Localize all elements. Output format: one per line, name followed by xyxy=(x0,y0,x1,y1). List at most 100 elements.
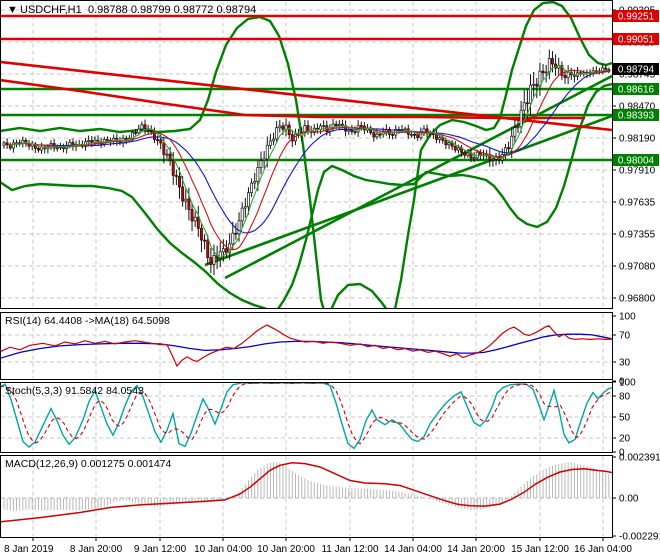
candle-body-bull xyxy=(12,143,14,148)
candle-body-bear xyxy=(605,68,607,69)
candle-body-bear xyxy=(172,161,174,176)
candle-body-bear xyxy=(417,135,419,138)
candle-body-bear xyxy=(156,140,158,141)
candle-body-bull xyxy=(517,127,519,128)
candle-body-bear xyxy=(150,130,152,131)
time-axis-label: 14 Jan 20:00 xyxy=(447,544,505,555)
price-scale-label: 0.98190 xyxy=(619,134,656,145)
indicator-scale-label: 80 xyxy=(619,392,631,403)
candle-body-bear xyxy=(153,131,155,139)
candle-body-bear xyxy=(144,125,146,129)
bollinger-band-curve xyxy=(0,182,272,312)
candle-body-bear xyxy=(507,148,509,149)
time-axis-label: 9 Jan 12:00 xyxy=(134,544,187,555)
macd-indicator-label: MACD(12,26,9) 0.001275 0.001474 xyxy=(5,458,172,470)
candle-body-bear xyxy=(335,124,337,125)
candle-body-bull xyxy=(185,199,187,201)
time-axis-label: 11 Jan 12:00 xyxy=(321,544,379,555)
candle-body-bear xyxy=(175,175,177,176)
candle-body-bear xyxy=(37,148,39,150)
candle-body-bull xyxy=(241,208,243,221)
candle-body-bear xyxy=(203,240,205,241)
candle-body-bear xyxy=(307,126,309,132)
indicator-scale-label: 0.002391 xyxy=(619,453,660,464)
candle-body-bear xyxy=(379,134,381,135)
chart-title-symbol: USDCHF,H1 xyxy=(20,4,82,16)
candle-body-bear xyxy=(282,126,284,129)
main-panel-plot xyxy=(0,2,612,314)
candle-body-bear xyxy=(392,134,394,135)
candle-body-bull xyxy=(567,72,569,77)
rsi-indicator-label: RSI(14) 64.4408 ->MA(18) 64.5098 xyxy=(5,315,170,327)
candle-body-bull xyxy=(254,181,256,183)
symbol-dropdown-icon[interactable]: ▼ xyxy=(7,4,18,16)
candle-body-bull xyxy=(138,129,140,133)
bollinger-band-curve xyxy=(329,284,390,314)
candle-body-bear xyxy=(106,140,108,141)
candle-body-bull xyxy=(194,217,196,221)
chart-canvas[interactable]: 0.993050.990250.987450.984700.981900.979… xyxy=(0,0,660,560)
candle-body-bull xyxy=(504,148,506,155)
time-axis-label: 10 Jan 20:00 xyxy=(257,544,315,555)
candle-body-bull xyxy=(457,148,459,150)
candle-body-bear xyxy=(191,209,193,221)
candle-body-bear xyxy=(551,58,553,64)
time-axis-label: 16 Jan 04:00 xyxy=(574,544,632,555)
candle-body-bear xyxy=(160,140,162,143)
main-panel-border xyxy=(1,1,613,309)
candle-body-bull xyxy=(257,167,259,181)
candle-body-bull xyxy=(514,128,516,137)
candle-body-bear xyxy=(188,199,190,209)
price-badge-label: 0.98794 xyxy=(618,65,655,76)
candle-body-bull xyxy=(448,143,450,145)
rsi-line xyxy=(0,325,612,366)
price-scale-label: 0.97080 xyxy=(619,262,656,273)
candle-body-bear xyxy=(373,133,375,137)
candle-body-bull xyxy=(410,134,412,135)
candle-body-bull xyxy=(473,158,475,159)
candle-body-bull xyxy=(232,233,234,244)
candle-body-bull xyxy=(88,140,90,141)
candle-body-bull xyxy=(439,138,441,140)
indicator-scale-label: 70 xyxy=(619,331,631,342)
candle-body-bear xyxy=(536,84,538,86)
candle-body-bull xyxy=(276,128,278,139)
time-axis-label: 10 Jan 04:00 xyxy=(194,544,252,555)
candle-body-bear xyxy=(135,133,137,134)
candle-body-bear xyxy=(354,132,356,133)
candle-body-bull xyxy=(492,159,494,160)
candle-body-bear xyxy=(360,125,362,126)
indicator-scale-label: 50 xyxy=(619,413,631,424)
candle-body-bull xyxy=(244,207,246,208)
candle-body-bear xyxy=(125,138,127,140)
stoch-indicator-label: Stoch(5,3,3) 91.5842 84.0543 xyxy=(5,385,144,397)
candle-body-bull xyxy=(22,140,24,143)
indicator-scale-label: 100 xyxy=(619,312,636,323)
candle-body-bull xyxy=(545,72,547,73)
candle-body-bull xyxy=(3,143,5,145)
candle-body-bull xyxy=(272,139,274,141)
candle-body-bull xyxy=(376,134,378,137)
rsi-ma-line xyxy=(0,334,612,358)
indicator-scale-label: 30 xyxy=(619,358,631,369)
candle-body-bear xyxy=(413,134,415,135)
candle-body-bull xyxy=(467,153,469,155)
candle-body-bear xyxy=(169,154,171,161)
candle-body-bull xyxy=(404,129,406,130)
candle-body-bear xyxy=(182,187,184,201)
candle-body-bear xyxy=(210,258,212,265)
candle-body-bear xyxy=(454,146,456,150)
candle-body-bull xyxy=(166,154,168,155)
candle-body-bear xyxy=(197,217,199,228)
candle-body-bull xyxy=(269,141,271,145)
price-scale-label: 0.97355 xyxy=(619,230,656,241)
candle-body-bull xyxy=(247,193,249,207)
chart-title-ohlc: 0.98788 0.98799 0.98772 0.98794 xyxy=(88,4,256,16)
candle-body-bear xyxy=(526,103,528,104)
time-axis-label: 8 Jan 2019 xyxy=(4,544,54,555)
candle-body-bull xyxy=(213,255,215,264)
indicator-scale-label: 0.00 xyxy=(619,494,639,505)
candle-body-bull xyxy=(141,125,143,129)
candle-body-bull xyxy=(533,84,535,85)
indicator-plot xyxy=(0,462,612,522)
